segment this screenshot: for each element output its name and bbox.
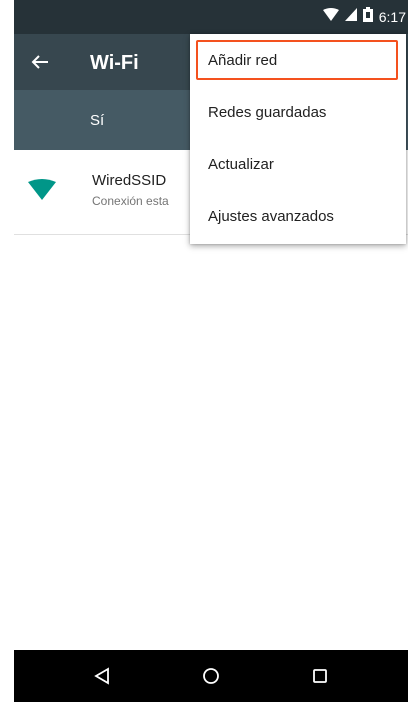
home-circle-icon[interactable] bbox=[193, 658, 229, 694]
page-title: Wi-Fi bbox=[90, 52, 139, 74]
recents-square-icon[interactable] bbox=[302, 658, 338, 694]
arrow-back-icon[interactable] bbox=[26, 48, 54, 76]
menu-item-saved-networks[interactable]: Redes guardadas bbox=[196, 92, 398, 132]
back-triangle-icon[interactable] bbox=[84, 658, 120, 694]
status-time: 6:17 bbox=[378, 9, 406, 25]
menu-item-refresh[interactable]: Actualizar bbox=[196, 144, 398, 184]
wifi-switch-label: Sí bbox=[90, 112, 105, 129]
network-name: WiredSSID bbox=[92, 172, 167, 189]
device-screen: 6:17 Wi-Fi Sí WiredSSID Conexión esta Añ… bbox=[14, 0, 408, 702]
wifi-full-icon bbox=[28, 179, 56, 201]
cell-signal-icon bbox=[344, 8, 357, 26]
network-status: Conexión esta bbox=[92, 194, 169, 208]
wifi-signal-icon bbox=[322, 7, 339, 27]
menu-item-advanced-settings[interactable]: Ajustes avanzados bbox=[196, 196, 398, 236]
overflow-menu: Añadir red Redes guardadas Actualizar Aj… bbox=[190, 34, 406, 244]
status-bar: 6:17 bbox=[14, 0, 408, 34]
menu-item-add-network[interactable]: Añadir red bbox=[196, 40, 398, 80]
status-icons: 6:17 bbox=[322, 0, 408, 34]
battery-icon bbox=[362, 7, 373, 27]
navigation-bar bbox=[14, 650, 408, 702]
